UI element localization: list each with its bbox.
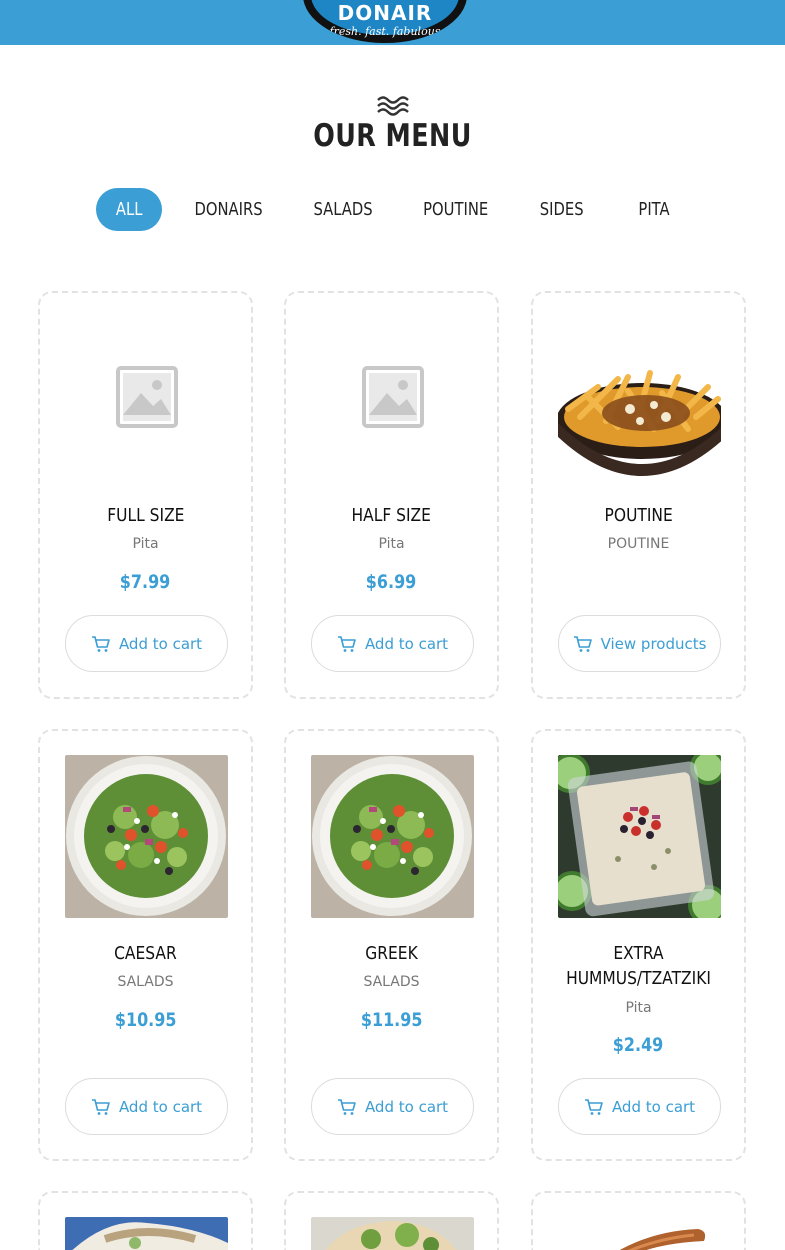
product-name[interactable]: EXTRA HUMMUS/TZATZIKI [541, 941, 736, 991]
product-price: $7.99 [120, 571, 171, 593]
button-label: Add to cart [118, 634, 203, 653]
placeholder-image-icon[interactable] [311, 317, 474, 480]
shopping-cart-icon [337, 1098, 356, 1115]
product-category: Pita [378, 536, 405, 552]
hummus-image[interactable] [558, 755, 721, 918]
tab-label: DONAIRS [194, 199, 264, 220]
product-name[interactable]: CAESAR [48, 941, 243, 966]
logo-tagline: fresh. fast. fabulous [329, 25, 441, 38]
category-tabs: ALL DONAIRS SALADS POUTINE SIDES PITA [0, 188, 785, 231]
product-price: $6.99 [366, 571, 417, 593]
sausage-image[interactable] [558, 1217, 721, 1250]
product-card[interactable]: HALF SIZE Pita $6.99 Add to cart [284, 291, 499, 699]
tab-label: SIDES [540, 199, 584, 220]
tab-label: PITA [638, 199, 670, 220]
product-category: SALADS [117, 974, 174, 990]
add-to-cart-button[interactable]: Add to cart [311, 615, 474, 672]
button-label: Add to cart [118, 1097, 203, 1116]
wrap-image[interactable] [311, 1217, 474, 1250]
button-label: Add to cart [611, 1097, 696, 1116]
product-category: Pita [132, 536, 159, 552]
product-name[interactable]: HALF SIZE [294, 503, 489, 528]
shopping-cart-icon [91, 1098, 110, 1115]
shopping-cart-icon [337, 635, 356, 652]
add-to-cart-button[interactable]: Add to cart [65, 1078, 228, 1135]
product-card[interactable] [38, 1191, 253, 1250]
product-name[interactable]: FULL SIZE [48, 503, 243, 528]
tab-donairs[interactable]: DONAIRS [183, 188, 275, 231]
page-title: OUR MENU [313, 118, 472, 154]
view-products-button[interactable]: View products [558, 615, 721, 672]
tab-all[interactable]: ALL [96, 188, 162, 231]
product-category: SALADS [363, 974, 420, 990]
button-label: Add to cart [364, 1097, 449, 1116]
product-price: $11.95 [360, 1009, 423, 1031]
product-card[interactable]: EXTRA HUMMUS/TZATZIKI Pita $2.49 Add to … [531, 729, 746, 1161]
product-category: POUTINE [607, 536, 670, 552]
tab-sides[interactable]: SIDES [527, 188, 597, 231]
product-name[interactable]: POUTINE [541, 503, 736, 528]
product-card[interactable]: CAESAR SALADS $10.95 Add to cart [38, 729, 253, 1161]
add-to-cart-button[interactable]: Add to cart [558, 1078, 721, 1135]
waves-icon [377, 96, 409, 116]
tab-poutine[interactable]: POUTINE [411, 188, 501, 231]
site-logo[interactable]: DONAIR fresh. fast. fabulous [300, 0, 470, 45]
tab-label: SALADS [313, 199, 373, 220]
product-price: $2.49 [613, 1034, 664, 1056]
poutine-image[interactable] [558, 317, 721, 480]
wrap-image[interactable] [65, 1217, 228, 1250]
shopping-cart-icon [573, 635, 592, 652]
button-label: View products [600, 634, 707, 653]
tab-salads[interactable]: SALADS [302, 188, 384, 231]
tab-pita[interactable]: PITA [624, 188, 684, 231]
add-to-cart-button[interactable]: Add to cart [311, 1078, 474, 1135]
site-header: DONAIR fresh. fast. fabulous [0, 0, 785, 45]
product-category: Pita [625, 1000, 652, 1016]
logo-word: DONAIR [337, 1, 433, 25]
product-card[interactable]: GREEK SALADS $11.95 Add to cart [284, 729, 499, 1161]
product-card[interactable]: POUTINE POUTINE View products [531, 291, 746, 699]
placeholder-image-icon[interactable] [65, 317, 228, 480]
shopping-cart-icon [91, 635, 110, 652]
tab-label: ALL [115, 199, 143, 220]
add-to-cart-button[interactable]: Add to cart [65, 615, 228, 672]
product-card[interactable]: FULL SIZE Pita $7.99 Add to cart [38, 291, 253, 699]
product-name[interactable]: GREEK [294, 941, 489, 966]
tab-label: POUTINE [423, 199, 489, 220]
greek-salad-image[interactable] [311, 755, 474, 918]
button-label: Add to cart [364, 634, 449, 653]
product-price: $10.95 [114, 1009, 177, 1031]
product-card[interactable] [284, 1191, 499, 1250]
shopping-cart-icon [584, 1098, 603, 1115]
product-card[interactable] [531, 1191, 746, 1250]
caesar-salad-image[interactable] [65, 755, 228, 918]
